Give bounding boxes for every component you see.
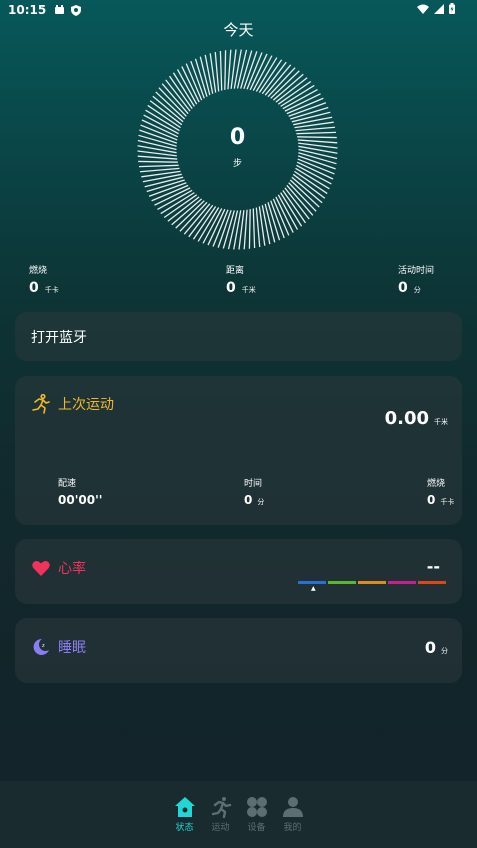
bluetooth-label: 打开蓝牙: [31, 329, 87, 346]
nav-label-exercise: 运动: [211, 823, 230, 833]
zone-3-bar: [358, 581, 386, 584]
steps-value: 0: [229, 124, 246, 150]
exercise-burn-label: 燃烧: [427, 479, 446, 489]
exercise-pace: 配速 00'00'': [58, 476, 102, 507]
summary-distance: 距离 0 千米: [226, 263, 256, 296]
sleep-value-number: 0: [424, 638, 436, 657]
sleep-title: 睡眠: [58, 640, 86, 656]
heart-rate-card[interactable]: 心率 -- ▲: [15, 539, 462, 604]
summary-burn-label: 燃烧: [29, 266, 48, 276]
last-exercise-title: 上次运动: [58, 397, 114, 413]
summary-active-time: 活动时间 0分: [398, 263, 434, 296]
ring-center: 0 步: [137, 49, 338, 250]
summary-distance-label: 距离: [226, 266, 245, 276]
last-exercise-header: 上次运动: [32, 394, 114, 414]
nav-item-device[interactable]: 设备: [246, 796, 267, 848]
status-time: 10:15: [8, 3, 47, 17]
bottom-nav: 状态 运动 设备 我的: [0, 781, 477, 848]
summary-active-time-unit: 分: [413, 286, 421, 294]
exercise-time: 时间 0分: [244, 476, 264, 507]
shield-icon: [71, 4, 82, 16]
wifi-icon: [417, 4, 429, 14]
step-ring: 0 步: [137, 49, 338, 250]
nav-label-mine: 我的: [283, 823, 302, 833]
heart-rate-pointer-icon: ▲: [311, 585, 316, 592]
sleep-value-unit: 分: [441, 647, 448, 655]
status-bar: 10:15: [0, 0, 477, 20]
nav-label-status: 状态: [175, 823, 194, 833]
person-icon: [282, 797, 303, 817]
summary-burn-value: 0: [29, 280, 39, 296]
home-icon: [174, 797, 195, 817]
moon-icon: z: [33, 638, 49, 655]
zone-2-bar: [328, 581, 356, 584]
exercise-pace-value: 00'00'': [58, 493, 103, 507]
zone-1-bar: [298, 581, 326, 584]
heart-rate-title: 心率: [58, 561, 86, 577]
last-exercise-card[interactable]: 上次运动 0.00 千米 配速 00'00'' 时间 0分 燃烧 0 千卡: [15, 376, 462, 525]
svg-text:z: z: [42, 643, 45, 649]
nav-item-mine[interactable]: 我的: [282, 796, 303, 848]
zone-4-bar: [388, 581, 416, 584]
heart-rate-zone-bar: [298, 581, 446, 584]
summary-burn: 燃烧 0 千卡: [29, 263, 59, 296]
last-exercise-distance: 0.00 千米: [385, 408, 448, 429]
summary-active-time-label: 活动时间: [398, 266, 435, 276]
summary-distance-unit: 千米: [241, 286, 256, 294]
steps-unit: 步: [232, 158, 242, 169]
runner-icon: [211, 797, 231, 818]
exercise-time-label: 时间: [244, 479, 263, 489]
exercise-burn: 燃烧 0 千卡: [427, 476, 454, 507]
notification-icons: [54, 4, 82, 16]
system-icons: [417, 3, 455, 14]
heart-rate-header: 心率: [32, 558, 86, 578]
sleep-value: 0 分: [425, 638, 448, 657]
last-exercise-distance-value: 0.00: [384, 408, 429, 429]
runner-icon: [32, 394, 50, 414]
heart-rate-value: --: [426, 557, 440, 576]
nav-item-exercise[interactable]: 运动: [211, 796, 231, 848]
exercise-time-value: 0: [244, 493, 253, 507]
summary-burn-unit: 千卡: [44, 286, 59, 294]
nav-label-device: 设备: [247, 823, 266, 833]
exercise-pace-label: 配速: [58, 479, 77, 489]
last-exercise-distance-unit: 千米: [434, 418, 448, 426]
sleep-card[interactable]: z 睡眠 0 分: [15, 618, 462, 683]
page-title: 今天: [223, 21, 254, 39]
battery-icon: [449, 3, 455, 14]
exercise-time-unit: 分: [257, 498, 265, 506]
summary-distance-value: 0: [226, 280, 236, 296]
signal-icon: [434, 3, 444, 14]
exercise-burn-value: 0: [427, 493, 436, 507]
nav-item-status[interactable]: 状态: [174, 796, 195, 848]
zone-5-bar: [418, 581, 446, 584]
bluetooth-card[interactable]: 打开蓝牙: [15, 312, 462, 361]
notification-icon: [55, 5, 65, 14]
sleep-header: z 睡眠: [32, 637, 86, 657]
heart-icon: [32, 561, 50, 576]
summary-active-time-value: 0: [398, 280, 408, 296]
device-icon: [246, 797, 267, 817]
exercise-burn-unit: 千卡: [440, 498, 455, 506]
